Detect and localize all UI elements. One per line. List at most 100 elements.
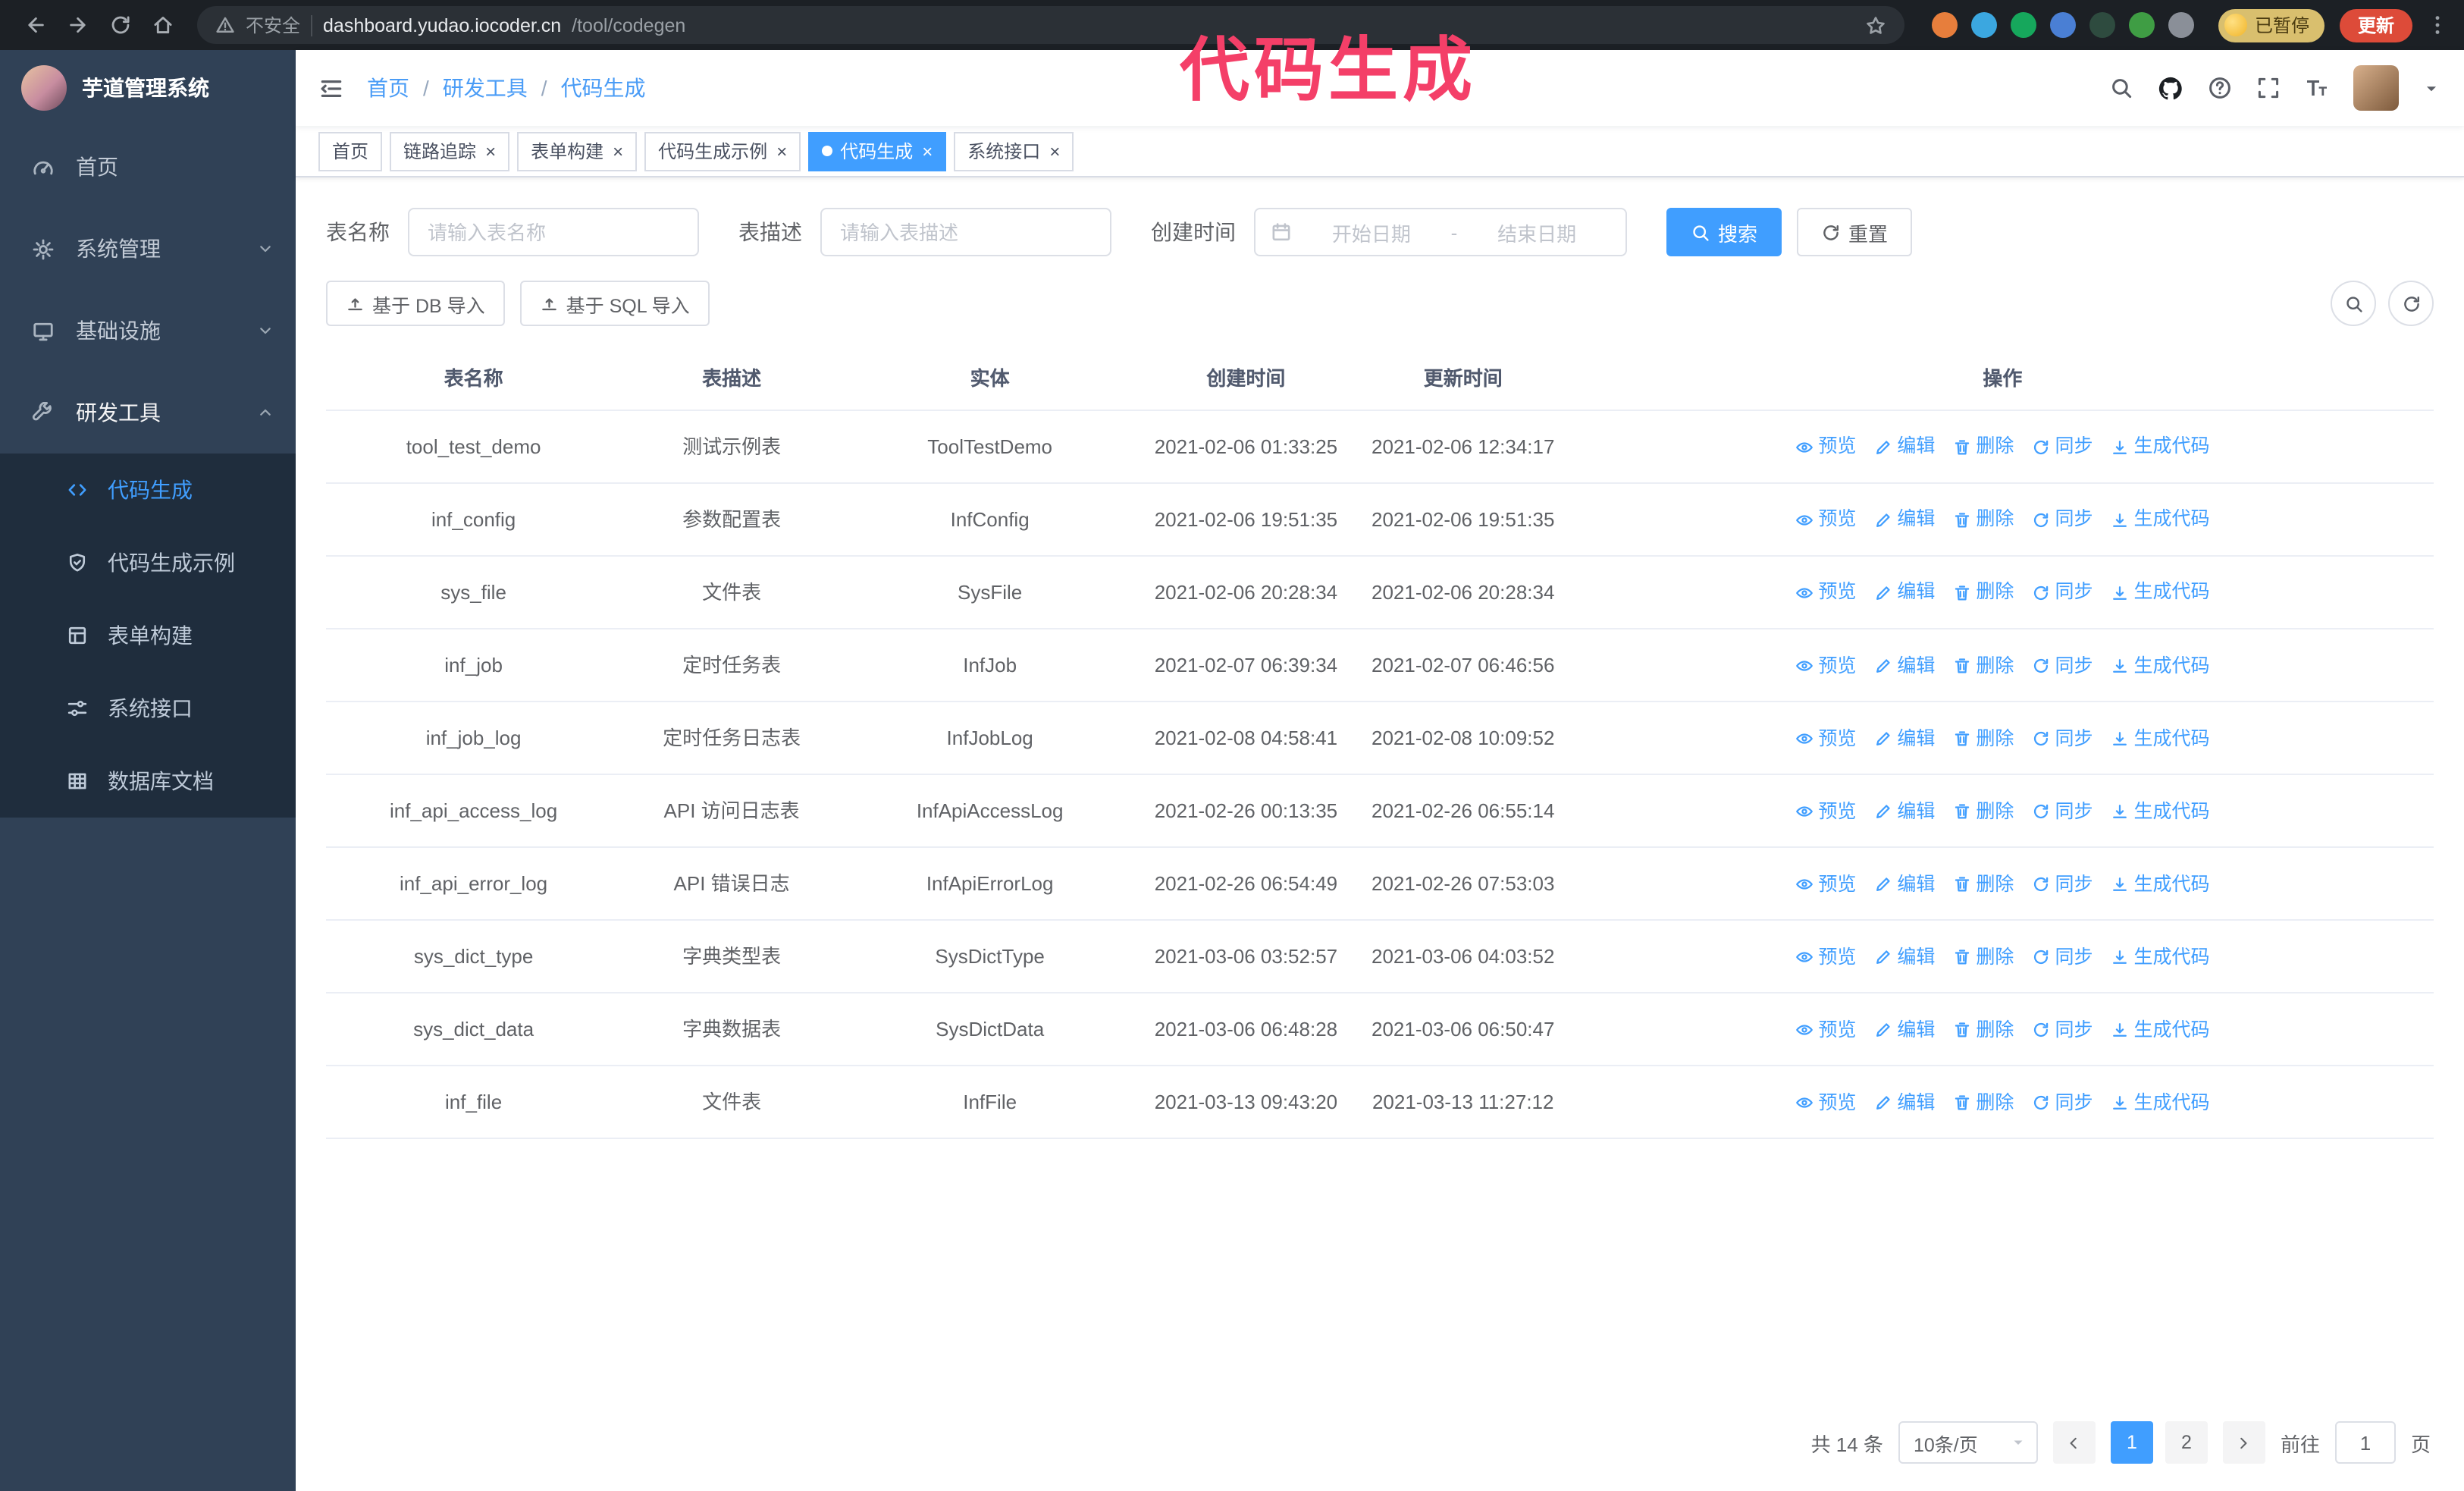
sidebar-toggle-button[interactable] bbox=[296, 75, 367, 101]
github-icon[interactable] bbox=[2158, 75, 2183, 101]
row-action-generate-code[interactable]: 生成代码 bbox=[2111, 868, 2210, 899]
view-tab[interactable]: 系统接口 × bbox=[954, 131, 1074, 171]
row-action-generate-code[interactable]: 生成代码 bbox=[2111, 432, 2210, 463]
row-action-sync[interactable]: 同步 bbox=[2032, 504, 2093, 535]
user-avatar[interactable] bbox=[2353, 65, 2399, 111]
browser-update-button[interactable]: 更新 bbox=[2339, 8, 2412, 42]
row-action-delete[interactable]: 删除 bbox=[1953, 723, 2014, 754]
leaf-extension-icon[interactable] bbox=[2128, 12, 2155, 38]
tab-close-icon[interactable]: × bbox=[776, 142, 787, 160]
view-tab[interactable]: 表单构建 × bbox=[517, 131, 638, 171]
goto-page-input[interactable] bbox=[2334, 1421, 2396, 1464]
sidebar-subitem[interactable]: 数据库文档 bbox=[0, 745, 296, 818]
row-action-generate-code[interactable]: 生成代码 bbox=[2111, 1088, 2210, 1119]
row-action-generate-code[interactable]: 生成代码 bbox=[2111, 650, 2210, 681]
row-action-edit[interactable]: 编辑 bbox=[1874, 577, 1935, 608]
view-tab[interactable]: 代码生成 × bbox=[808, 131, 947, 171]
row-action-sync[interactable]: 同步 bbox=[2032, 1088, 2093, 1119]
sidebar-subitem[interactable]: 代码生成示例 bbox=[0, 526, 296, 599]
view-tab[interactable]: 代码生成示例 × bbox=[644, 131, 801, 171]
header-search-icon[interactable] bbox=[2109, 76, 2133, 100]
breadcrumb-item[interactable]: 首页 / bbox=[367, 73, 443, 103]
row-action-edit[interactable]: 编辑 bbox=[1874, 1088, 1935, 1119]
row-action-edit[interactable]: 编辑 bbox=[1874, 868, 1935, 899]
row-action-delete[interactable]: 删除 bbox=[1953, 1088, 2014, 1119]
row-action-edit[interactable]: 编辑 bbox=[1874, 504, 1935, 535]
reset-button[interactable]: 重置 bbox=[1797, 208, 1913, 256]
view-tab[interactable]: 链路追踪 × bbox=[390, 131, 510, 171]
row-action-preview[interactable]: 预览 bbox=[1795, 432, 1856, 463]
browser-reload-button[interactable] bbox=[100, 5, 140, 45]
row-action-delete[interactable]: 删除 bbox=[1953, 868, 2014, 899]
row-action-edit[interactable]: 编辑 bbox=[1874, 796, 1935, 827]
import-sql-button[interactable]: 基于 SQL 导入 bbox=[519, 281, 710, 326]
font-size-icon[interactable] bbox=[2305, 76, 2329, 100]
sidebar-item[interactable]: 研发工具 bbox=[0, 372, 296, 454]
row-action-generate-code[interactable]: 生成代码 bbox=[2111, 1015, 2210, 1046]
row-action-preview[interactable]: 预览 bbox=[1795, 504, 1856, 535]
refresh-table-button[interactable] bbox=[2388, 281, 2434, 326]
tab-close-icon[interactable]: × bbox=[1049, 142, 1060, 160]
row-action-generate-code[interactable]: 生成代码 bbox=[2111, 941, 2210, 972]
next-page-button[interactable] bbox=[2222, 1421, 2265, 1464]
row-action-preview[interactable]: 预览 bbox=[1795, 868, 1856, 899]
row-action-delete[interactable]: 删除 bbox=[1953, 1015, 2014, 1046]
tab-close-icon[interactable]: × bbox=[613, 142, 623, 160]
profile-paused-chip[interactable]: 已暂停 bbox=[2218, 8, 2324, 42]
help-icon[interactable] bbox=[2208, 76, 2232, 100]
row-action-preview[interactable]: 预览 bbox=[1795, 1015, 1856, 1046]
drop-extension-icon[interactable] bbox=[1970, 12, 1997, 38]
breadcrumb-item[interactable]: 代码生成/ bbox=[561, 73, 646, 103]
row-action-sync[interactable]: 同步 bbox=[2032, 432, 2093, 463]
sidebar-subitem[interactable]: 表单构建 bbox=[0, 599, 296, 672]
page-size-select[interactable]: 10条/页 bbox=[1898, 1421, 2038, 1464]
bookmark-star-icon[interactable] bbox=[1865, 14, 1886, 36]
sidebar-item[interactable]: 系统管理 bbox=[0, 208, 296, 290]
chart-extension-icon[interactable] bbox=[2089, 12, 2115, 38]
row-action-delete[interactable]: 删除 bbox=[1953, 650, 2014, 681]
row-action-delete[interactable]: 删除 bbox=[1953, 577, 2014, 608]
users-extension-icon[interactable] bbox=[2049, 12, 2076, 38]
row-action-preview[interactable]: 预览 bbox=[1795, 650, 1856, 681]
puzzle-extension-icon[interactable] bbox=[2168, 12, 2194, 38]
table-desc-input[interactable] bbox=[820, 208, 1111, 256]
row-action-delete[interactable]: 删除 bbox=[1953, 796, 2014, 827]
address-bar[interactable]: 不安全 dashboard.yudao.iocoder.cn /tool/cod… bbox=[197, 6, 1904, 44]
row-action-edit[interactable]: 编辑 bbox=[1874, 650, 1935, 681]
row-action-sync[interactable]: 同步 bbox=[2032, 1015, 2093, 1046]
row-action-edit[interactable]: 编辑 bbox=[1874, 941, 1935, 972]
browser-forward-button[interactable] bbox=[58, 5, 97, 45]
import-db-button[interactable]: 基于 DB 导入 bbox=[326, 281, 505, 326]
row-action-preview[interactable]: 预览 bbox=[1795, 941, 1856, 972]
tab-close-icon[interactable]: × bbox=[485, 142, 496, 160]
browser-menu-icon[interactable] bbox=[2426, 14, 2449, 36]
row-action-sync[interactable]: 同步 bbox=[2032, 796, 2093, 827]
browser-back-button[interactable] bbox=[15, 5, 55, 45]
row-action-preview[interactable]: 预览 bbox=[1795, 723, 1856, 754]
row-action-delete[interactable]: 删除 bbox=[1953, 504, 2014, 535]
row-action-preview[interactable]: 预览 bbox=[1795, 1088, 1856, 1119]
check-extension-icon[interactable] bbox=[2010, 12, 2036, 38]
avatar-caret-icon[interactable] bbox=[2423, 80, 2440, 96]
create-time-range-picker[interactable]: 开始日期 - 结束日期 bbox=[1254, 208, 1627, 256]
sidebar-item[interactable]: 基础设施 bbox=[0, 290, 296, 372]
row-action-sync[interactable]: 同步 bbox=[2032, 941, 2093, 972]
row-action-generate-code[interactable]: 生成代码 bbox=[2111, 504, 2210, 535]
row-action-delete[interactable]: 删除 bbox=[1953, 941, 2014, 972]
page-number-button[interactable]: 2 bbox=[2165, 1421, 2208, 1464]
row-action-preview[interactable]: 预览 bbox=[1795, 796, 1856, 827]
row-action-generate-code[interactable]: 生成代码 bbox=[2111, 796, 2210, 827]
tab-close-icon[interactable]: × bbox=[922, 142, 933, 160]
app-logo[interactable]: 芋道管理系统 bbox=[0, 50, 296, 126]
toggle-search-button[interactable] bbox=[2331, 281, 2376, 326]
row-action-sync[interactable]: 同步 bbox=[2032, 868, 2093, 899]
page-number-button[interactable]: 1 bbox=[2110, 1421, 2153, 1464]
row-action-sync[interactable]: 同步 bbox=[2032, 723, 2093, 754]
row-action-preview[interactable]: 预览 bbox=[1795, 577, 1856, 608]
browser-home-button[interactable] bbox=[143, 5, 182, 45]
sidebar-subitem[interactable]: 代码生成 bbox=[0, 454, 296, 526]
view-tab[interactable]: 首页 × bbox=[318, 131, 383, 171]
row-action-generate-code[interactable]: 生成代码 bbox=[2111, 723, 2210, 754]
row-action-sync[interactable]: 同步 bbox=[2032, 577, 2093, 608]
row-action-delete[interactable]: 删除 bbox=[1953, 432, 2014, 463]
